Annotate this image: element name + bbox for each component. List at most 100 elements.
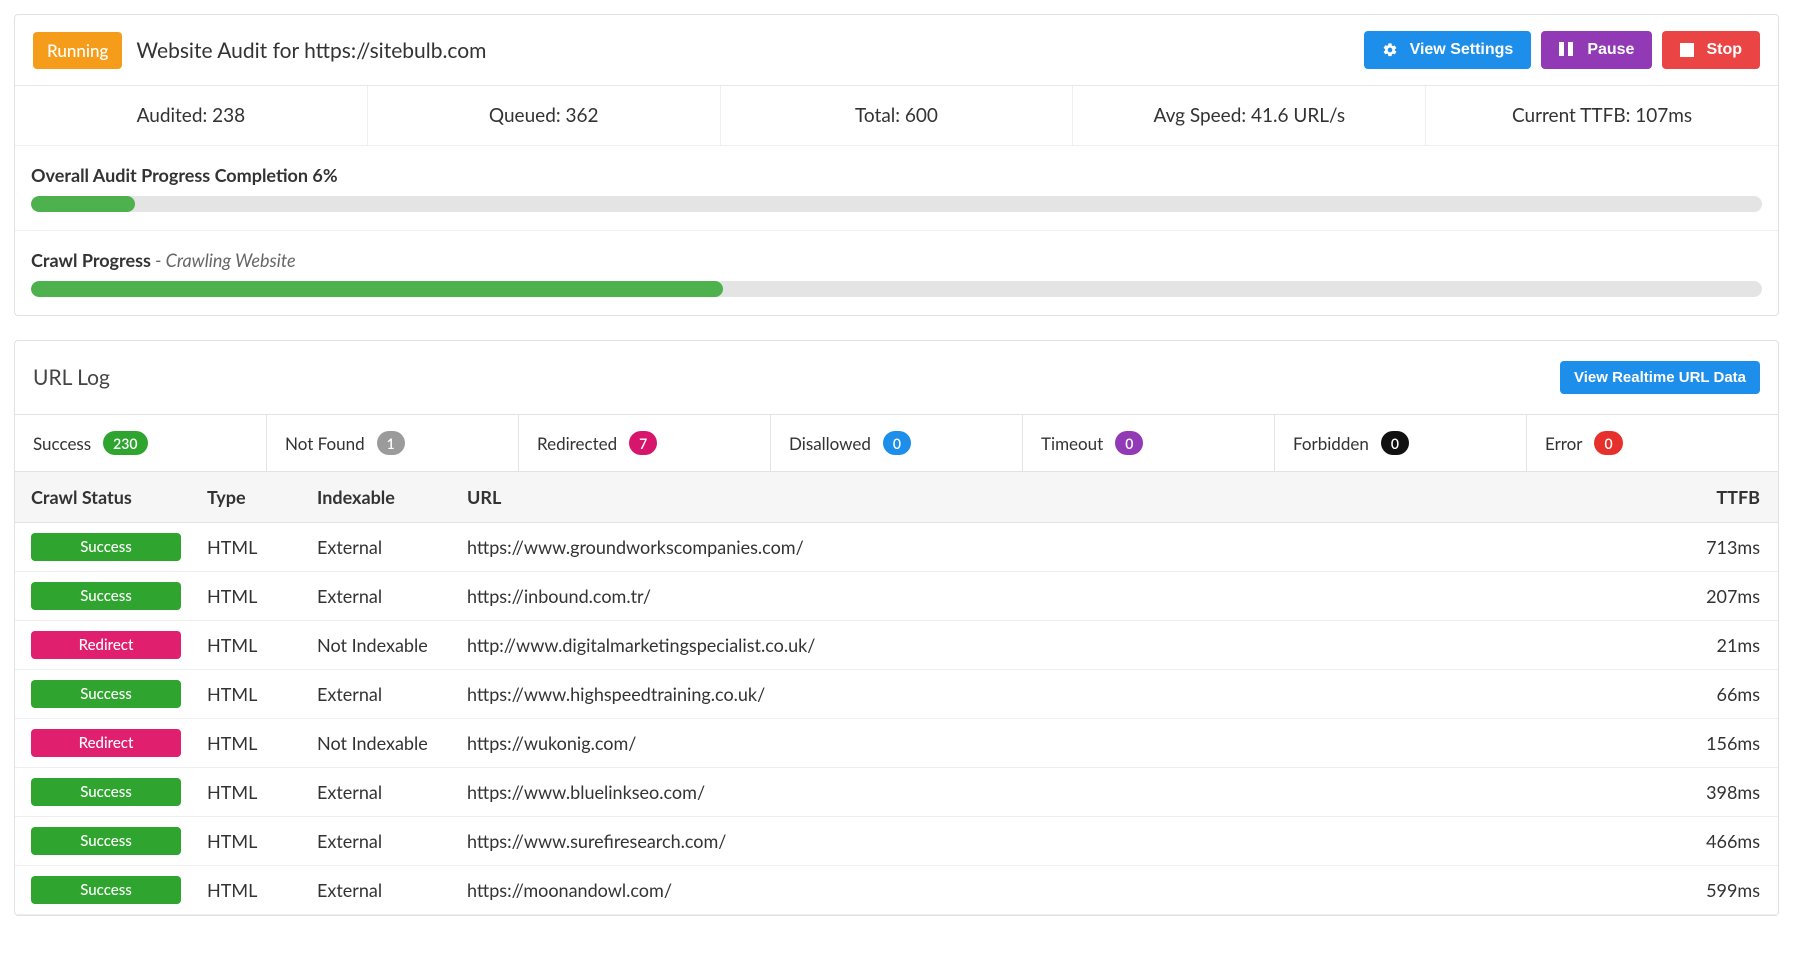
audit-summary-panel: Running Website Audit for https://sitebu… bbox=[14, 14, 1779, 316]
cell-indexable: External bbox=[305, 523, 455, 572]
tab-count-badge: 230 bbox=[103, 431, 147, 455]
tab-timeout[interactable]: Timeout0 bbox=[1023, 415, 1275, 471]
url-log-tbody: SuccessHTMLExternalhttps://www.groundwor… bbox=[15, 523, 1778, 915]
crawl-status-pill: Redirect bbox=[31, 631, 181, 659]
crawl-progress-fill bbox=[31, 281, 723, 297]
table-row[interactable]: Success HTMLExternalhttps://moonandowl.co… bbox=[15, 866, 1778, 915]
cell-type: HTML bbox=[195, 768, 305, 817]
running-badge: Running bbox=[33, 32, 122, 69]
cell-type: HTML bbox=[195, 523, 305, 572]
cell-ttfb: 466ms bbox=[1658, 817, 1778, 866]
tab-error[interactable]: Error 0 bbox=[1527, 415, 1778, 471]
cell-url: https://moonandowl.com/ bbox=[455, 866, 1658, 915]
stat-current-ttfb: Current TTFB: 107ms bbox=[1426, 86, 1778, 145]
view-realtime-label: View Realtime URL Data bbox=[1574, 369, 1746, 386]
col-url[interactable]: URL bbox=[455, 472, 1658, 523]
overall-progress-label: Overall Audit Progress Completion 6% bbox=[31, 164, 1762, 186]
tab-count-badge: 0 bbox=[883, 431, 911, 455]
cell-ttfb: 156ms bbox=[1658, 719, 1778, 768]
cell-ttfb: 66ms bbox=[1658, 670, 1778, 719]
pause-icon bbox=[1559, 42, 1575, 58]
overall-progress-bar bbox=[31, 196, 1762, 212]
cell-url: https://www.highspeedtraining.co.uk/ bbox=[455, 670, 1658, 719]
cell-status: Success bbox=[15, 670, 195, 719]
table-row[interactable]: SuccessHTMLExternalhttps://www.highspeed… bbox=[15, 670, 1778, 719]
cell-url: https://wukonig.com/ bbox=[455, 719, 1658, 768]
cell-indexable: Not Indexable bbox=[305, 621, 455, 670]
crawl-status-pill: Success bbox=[31, 533, 181, 561]
cell-indexable: External bbox=[305, 670, 455, 719]
tab-label: Success bbox=[33, 433, 91, 454]
cell-ttfb: 21ms bbox=[1658, 621, 1778, 670]
cell-ttfb: 398ms bbox=[1658, 768, 1778, 817]
cell-type: HTML bbox=[195, 719, 305, 768]
view-settings-button[interactable]: View Settings bbox=[1364, 31, 1532, 69]
tab-disallowed[interactable]: Disallowed0 bbox=[771, 415, 1023, 471]
cell-indexable: External bbox=[305, 572, 455, 621]
gears-icon bbox=[1382, 42, 1398, 58]
col-ttfb[interactable]: TTFB bbox=[1658, 472, 1778, 523]
tab-success[interactable]: Success 230 bbox=[15, 415, 267, 471]
table-row[interactable]: Redirect HTMLNot Indexablehttp://www.digi… bbox=[15, 621, 1778, 670]
cell-url: https://inbound.com.tr/ bbox=[455, 572, 1658, 621]
tab-count-badge: 1 bbox=[377, 431, 405, 455]
table-row[interactable]: SuccessHTMLExternalhttps://www.bluelinks… bbox=[15, 768, 1778, 817]
stat-total: Total: 600 bbox=[721, 86, 1074, 145]
cell-status: Success bbox=[15, 572, 195, 621]
crawl-status-pill: Redirect bbox=[31, 729, 181, 757]
cell-status: Redirect bbox=[15, 719, 195, 768]
tab-forbidden[interactable]: Forbidden 0 bbox=[1275, 415, 1527, 471]
pause-button[interactable]: Pause bbox=[1541, 31, 1652, 69]
stats-row: Audited: 238 Queued: 362 Total: 600 Avg … bbox=[15, 86, 1778, 145]
cell-url: https://www.surefiresearch.com/ bbox=[455, 817, 1658, 866]
crawl-progress-title: Crawl Progress bbox=[31, 249, 151, 271]
overall-progress-fill bbox=[31, 196, 135, 212]
url-log-header: URL Log View Realtime URL Data bbox=[15, 341, 1778, 414]
stop-button[interactable]: Stop bbox=[1662, 31, 1760, 69]
tab-count-badge: 7 bbox=[629, 431, 657, 455]
tab-redirected[interactable]: Redirected 7 bbox=[519, 415, 771, 471]
tab-count-badge: 0 bbox=[1594, 431, 1622, 455]
url-log-table: Crawl Status Type Indexable URL TTFB Suc… bbox=[15, 472, 1778, 915]
cell-type: HTML bbox=[195, 866, 305, 915]
cell-ttfb: 599ms bbox=[1658, 866, 1778, 915]
tab-label: Redirected bbox=[537, 433, 617, 454]
audit-title: Website Audit for https://sitebulb.com bbox=[136, 38, 486, 63]
cell-type: HTML bbox=[195, 621, 305, 670]
tab-label: Error bbox=[1545, 433, 1582, 454]
audit-header: Running Website Audit for https://sitebu… bbox=[15, 15, 1778, 86]
tab-label: Not Found bbox=[285, 433, 365, 454]
cell-ttfb: 207ms bbox=[1658, 572, 1778, 621]
cell-indexable: External bbox=[305, 866, 455, 915]
cell-url: https://www.bluelinkseo.com/ bbox=[455, 768, 1658, 817]
cell-status: Success bbox=[15, 866, 195, 915]
crawl-status-pill: Success bbox=[31, 876, 181, 904]
crawl-progress-bar bbox=[31, 281, 1762, 297]
col-type[interactable]: Type bbox=[195, 472, 305, 523]
cell-indexable: External bbox=[305, 817, 455, 866]
tab-not-found[interactable]: Not Found 1 bbox=[267, 415, 519, 471]
cell-indexable: Not Indexable bbox=[305, 719, 455, 768]
table-row[interactable]: SuccessHTMLExternalhttps://www.surefires… bbox=[15, 817, 1778, 866]
cell-url: https://www.groundworkscompanies.com/ bbox=[455, 523, 1658, 572]
cell-status: Redirect bbox=[15, 621, 195, 670]
cell-ttfb: 713ms bbox=[1658, 523, 1778, 572]
stat-audited: Audited: 238 bbox=[15, 86, 368, 145]
tab-count-badge: 0 bbox=[1381, 431, 1409, 455]
stat-queued: Queued: 362 bbox=[368, 86, 721, 145]
view-realtime-button[interactable]: View Realtime URL Data bbox=[1560, 361, 1760, 394]
stop-label: Stop bbox=[1706, 41, 1742, 59]
col-crawl-status[interactable]: Crawl Status bbox=[15, 472, 195, 523]
view-settings-label: View Settings bbox=[1410, 41, 1514, 59]
cell-url: http://www.digitalmarketingspecialist.co… bbox=[455, 621, 1658, 670]
tab-label: Forbidden bbox=[1293, 433, 1369, 454]
crawl-status-pill: Success bbox=[31, 582, 181, 610]
table-row[interactable]: SuccessHTMLExternalhttps://inbound.com.t… bbox=[15, 572, 1778, 621]
table-row[interactable]: Success HTMLExternalhttps://www.groundwor… bbox=[15, 523, 1778, 572]
table-row[interactable]: Redirect HTMLNot Indexablehttps://wukonig… bbox=[15, 719, 1778, 768]
crawl-status-pill: Success bbox=[31, 778, 181, 806]
col-indexable[interactable]: Indexable bbox=[305, 472, 455, 523]
cell-type: HTML bbox=[195, 670, 305, 719]
cell-status: Success bbox=[15, 817, 195, 866]
crawl-progress-label: Crawl Progress - Crawling Website bbox=[31, 249, 1762, 271]
